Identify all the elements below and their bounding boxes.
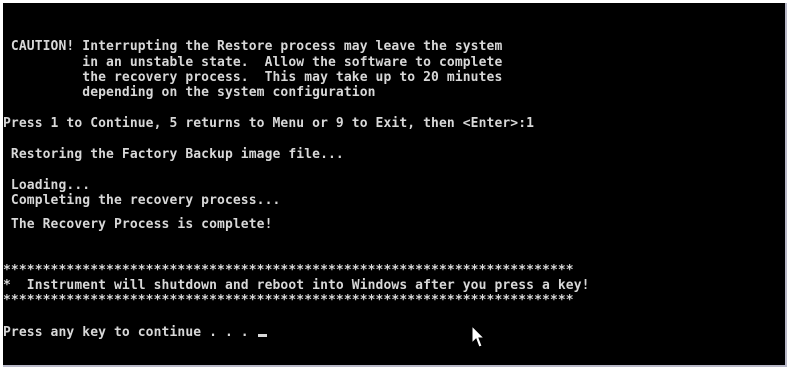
screenshot-frame: CAUTION! Interrupting the Restore proces… [0, 0, 792, 374]
completing-line: Completing the recovery process... [3, 193, 281, 208]
stars-top-line: ****************************************… [3, 263, 574, 278]
loading-line: Loading... [3, 178, 91, 193]
console-window[interactable]: CAUTION! Interrupting the Restore proces… [3, 3, 787, 367]
press-any-key-line: Press any key to continue . . . [3, 325, 267, 341]
mouse-pointer-icon [471, 325, 486, 348]
caution-line-3: the recovery process. This may take up t… [3, 70, 503, 85]
press-any-key-text: Press any key to continue . . . [3, 325, 257, 340]
text-cursor [257, 334, 267, 337]
prompt-choice-line: Press 1 to Continue, 5 returns to Menu o… [3, 116, 535, 131]
stars-bottom-line: ****************************************… [3, 293, 574, 308]
notice-line: * Instrument will shutdown and reboot in… [3, 278, 590, 293]
caution-line-2: in an unstable state. Allow the software… [3, 55, 503, 70]
caution-line-1: CAUTION! Interrupting the Restore proces… [3, 39, 503, 54]
complete-line: The Recovery Process is complete! [3, 217, 273, 232]
caution-line-4: depending on the system configuration [3, 85, 376, 100]
restoring-line: Restoring the Factory Backup image file.… [3, 147, 344, 162]
